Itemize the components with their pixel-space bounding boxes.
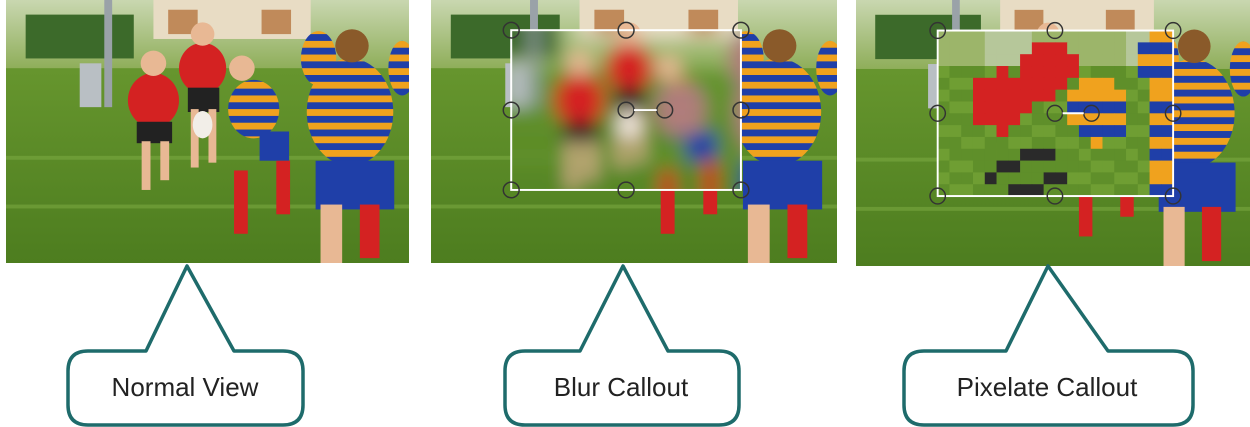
blur-callout-label: Blur Callout: [553, 372, 689, 402]
callout-bubbles: [66, 264, 1195, 427]
pixelate-callout-label: Pixelate Callout: [956, 372, 1138, 402]
normal-view-label: Normal View: [111, 372, 259, 402]
